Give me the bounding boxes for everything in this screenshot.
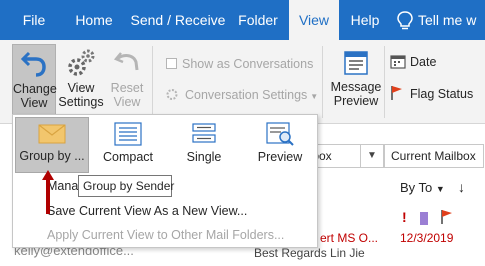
sort-by-label: By To: [400, 180, 433, 195]
conversation-settings-button[interactable]: Conversation Settings ▼: [166, 88, 318, 102]
view-single[interactable]: Single: [169, 117, 239, 173]
view-compact-label: Compact: [102, 150, 154, 164]
view-settings-button[interactable]: View Settings: [58, 44, 104, 116]
scope-dropdown-arrow[interactable]: ▼: [360, 144, 384, 168]
tab-help[interactable]: Help: [343, 0, 387, 40]
ribbon-separator: [152, 46, 153, 118]
tab-file[interactable]: File: [18, 0, 50, 40]
arrange-date-button[interactable]: Date: [390, 54, 436, 69]
change-view-button[interactable]: Change View: [12, 44, 57, 116]
arrange-flag-status-button[interactable]: Flag Status: [390, 85, 473, 101]
undo-icon: [113, 52, 139, 71]
view-group-by[interactable]: Group by ...: [15, 117, 89, 173]
arrange-flag-status-label: Flag Status: [410, 87, 474, 101]
message-preview-button[interactable]: Message Preview: [326, 44, 386, 116]
save-view-item[interactable]: Save Current View As a New View...: [47, 204, 247, 218]
flag-icon[interactable]: [440, 209, 454, 225]
chevron-down-icon: ▼: [310, 92, 319, 101]
message-preview-icon: [344, 51, 368, 75]
change-view-label: Change View: [13, 82, 57, 110]
preview-view-icon: [266, 122, 294, 146]
tab-view[interactable]: View: [289, 0, 339, 40]
view-group-by-label: Group by ...: [19, 149, 85, 163]
change-view-icon: [20, 51, 46, 77]
view-single-label: Single: [186, 150, 222, 164]
annotation-arrow-icon: [42, 170, 54, 214]
importance-icon: !: [402, 209, 407, 225]
view-settings-label: View Settings: [58, 81, 104, 109]
conversation-settings-label: Conversation Settings: [185, 88, 308, 102]
ribbon-separator: [384, 46, 385, 118]
checkbox-icon: [166, 58, 177, 69]
show-as-conversations-checkbox[interactable]: Show as Conversations: [166, 57, 313, 71]
single-view-icon: [192, 123, 216, 143]
tab-send-receive[interactable]: Send / Receive: [128, 0, 228, 40]
message-preview-label: Message Preview: [330, 80, 382, 108]
mail-preview-text: Best Regards Lin Jie: [254, 246, 365, 260]
compact-view-icon: [114, 122, 142, 146]
gear-icon: [68, 49, 95, 76]
tooltip: Group by Sender: [78, 175, 174, 197]
tab-folder[interactable]: Folder: [230, 0, 286, 40]
apply-view-item[interactable]: Apply Current View to Other Mail Folders…: [47, 228, 284, 242]
show-as-conversations-label: Show as Conversations: [182, 57, 314, 71]
menu-bar: File Home Send / Receive Folder View Hel…: [0, 0, 485, 40]
mail-date: 12/3/2019: [400, 231, 454, 245]
calendar-icon: [390, 55, 406, 69]
view-preview[interactable]: Preview: [245, 117, 315, 173]
current-mailbox-scope[interactable]: Current Mailbox: [384, 144, 484, 168]
mail-subject[interactable]: ert MS O...: [320, 231, 378, 245]
envelope-icon: [38, 124, 66, 144]
sort-by-to[interactable]: By To ▼: [400, 180, 445, 195]
arrange-date-label: Date: [410, 55, 437, 69]
tell-me-search[interactable]: Tell me w: [418, 0, 485, 40]
view-preview-label: Preview: [257, 150, 303, 164]
tab-home[interactable]: Home: [66, 0, 122, 40]
chevron-down-icon: ▼: [367, 150, 377, 161]
reset-view-label: Reset View: [110, 81, 144, 109]
ribbon: Change View View Settings Reset View Sho…: [0, 40, 485, 124]
chevron-down-icon: ▼: [435, 184, 445, 194]
conversation-settings-icon: [166, 89, 178, 100]
flag-icon: [391, 86, 402, 100]
view-compact[interactable]: Compact: [93, 117, 163, 173]
category-color-icon: [420, 212, 428, 225]
lightbulb-icon: [397, 11, 413, 30]
sort-direction-arrow-icon[interactable]: ↓: [458, 179, 465, 195]
ribbon-separator: [322, 46, 323, 118]
reset-view-button[interactable]: Reset View: [106, 44, 148, 116]
